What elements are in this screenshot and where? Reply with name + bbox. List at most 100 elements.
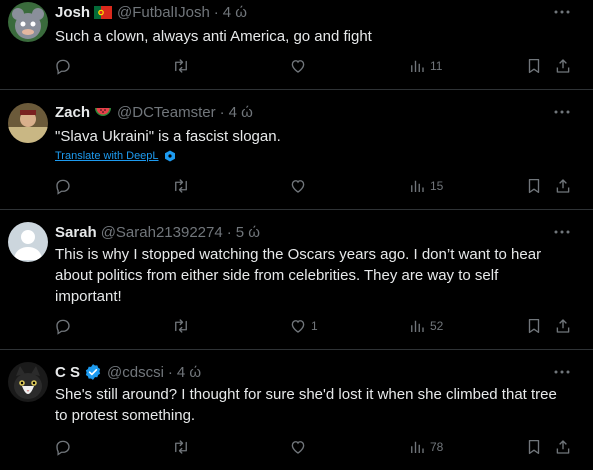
avatar[interactable] <box>8 103 48 143</box>
views-chart-icon <box>411 60 424 72</box>
translate-label[interactable]: Translate with DeepL <box>55 150 159 162</box>
more-options-icon[interactable] <box>553 363 571 381</box>
separator-dot: · <box>226 223 232 241</box>
share-button[interactable] <box>554 317 572 335</box>
tweet-text-line: She's still around? I thought for sure s… <box>55 386 557 403</box>
reply-button[interactable] <box>54 438 76 456</box>
tweet-text-line: This is why I stopped watching the Oscar… <box>55 246 542 263</box>
display-name[interactable]: Zach <box>55 104 90 121</box>
avatar[interactable] <box>8 222 48 262</box>
like-button[interactable]: 1 <box>289 317 318 335</box>
view-count: 78 <box>430 440 444 454</box>
reply-icon <box>56 440 70 456</box>
display-name[interactable]: Sarah <box>55 224 97 241</box>
tweet-text: "Slava Ukraini" is a fascist slogan. <box>55 128 281 145</box>
tweet-text: This is why I stopped watching the Oscar… <box>55 244 577 307</box>
display-name[interactable]: C S <box>55 364 80 381</box>
share-button[interactable] <box>554 438 572 456</box>
views-chart-icon <box>411 320 424 332</box>
tweet-text: Such a clown, always anti America, go an… <box>55 28 372 45</box>
bookmark-icon <box>528 178 540 194</box>
tweet-sarah[interactable]: Sarah @Sarah21392274 · 5 ώ This is why I… <box>0 210 593 350</box>
view-count: 52 <box>430 319 444 333</box>
reply-feed: Josh @FutbalIJosh · 4 ώ Such a clown, al… <box>0 0 593 461</box>
repost-button[interactable] <box>171 438 191 456</box>
repost-icon <box>175 179 187 193</box>
reply-icon <box>56 319 70 335</box>
action-bar: 11 <box>0 57 593 79</box>
bookmark-button[interactable] <box>525 438 543 456</box>
views-chart-icon <box>411 180 424 192</box>
share-button[interactable] <box>554 177 572 195</box>
reply-button[interactable] <box>54 57 76 75</box>
reply-button[interactable] <box>54 317 76 335</box>
handle[interactable]: @FutbalIJosh <box>117 4 210 21</box>
heart-icon <box>291 180 305 193</box>
timestamp[interactable]: 4 ώ <box>177 364 201 381</box>
views-chart-icon <box>411 441 424 453</box>
avatar[interactable] <box>8 362 48 402</box>
share-button[interactable] <box>554 57 572 75</box>
more-options-icon[interactable] <box>553 223 571 241</box>
action-bar: 15 <box>0 177 593 199</box>
heart-icon <box>291 320 305 333</box>
bookmark-icon <box>528 318 540 334</box>
tweet-header: Zach @DCTeamster · 4 ώ <box>55 102 253 122</box>
repost-icon <box>175 440 187 454</box>
timestamp[interactable]: 4 ώ <box>223 4 247 21</box>
bookmark-icon <box>528 439 540 455</box>
share-icon <box>556 179 570 193</box>
action-bar: 1 52 <box>0 317 593 339</box>
display-name[interactable]: Josh <box>55 4 90 21</box>
tweet-josh[interactable]: Josh @FutbalIJosh · 4 ώ Such a clown, al… <box>0 0 593 90</box>
views-button[interactable]: 11 <box>408 57 442 75</box>
tweet-header: Josh @FutbalIJosh · 4 ώ <box>55 2 247 22</box>
more-options-icon[interactable] <box>553 103 571 121</box>
watermelon-icon <box>94 106 112 118</box>
portugal-flag-icon <box>94 5 113 19</box>
repost-button[interactable] <box>171 177 191 195</box>
reply-icon <box>56 59 70 75</box>
separator-dot: · <box>167 363 173 381</box>
timestamp[interactable]: 4 ώ <box>229 104 253 121</box>
heart-icon <box>291 441 305 454</box>
tweet-header: Sarah @Sarah21392274 · 5 ώ <box>55 222 260 242</box>
view-count: 15 <box>430 179 444 193</box>
reply-button[interactable] <box>54 177 76 195</box>
view-count: 11 <box>430 59 443 73</box>
like-button[interactable] <box>289 177 311 195</box>
handle[interactable]: @cdscsi <box>107 364 164 381</box>
deepl-icon <box>164 150 175 162</box>
separator-dot: · <box>213 3 219 21</box>
repost-button[interactable] <box>171 317 191 335</box>
bookmark-button[interactable] <box>525 57 543 75</box>
reply-icon <box>56 179 70 195</box>
handle[interactable]: @Sarah21392274 <box>101 224 223 241</box>
handle[interactable]: @DCTeamster <box>117 104 216 121</box>
tweet-cs[interactable]: C S @cdscsi · 4 ώ She's still around? I … <box>0 350 593 470</box>
action-bar: 78 <box>0 438 593 460</box>
bookmark-button[interactable] <box>525 177 543 195</box>
like-button[interactable] <box>289 438 311 456</box>
timestamp[interactable]: 5 ώ <box>236 224 260 241</box>
share-icon <box>556 319 570 333</box>
more-options-icon[interactable] <box>553 3 571 21</box>
tweet-text-line: to protest something. <box>55 407 196 424</box>
views-button[interactable]: 52 <box>408 317 443 335</box>
views-button[interactable]: 15 <box>408 177 443 195</box>
tweet-header: C S @cdscsi · 4 ώ <box>55 362 201 382</box>
like-button[interactable] <box>289 57 311 75</box>
tweet-text-line: about politics from either side from cel… <box>55 267 499 284</box>
tweet-text: She's still around? I thought for sure s… <box>55 384 577 426</box>
translate-link[interactable]: Translate with DeepL <box>55 150 176 162</box>
share-icon <box>556 59 570 73</box>
views-button[interactable]: 78 <box>408 438 443 456</box>
repost-icon <box>175 319 187 333</box>
tweet-zach[interactable]: Zach @DCTeamster · 4 ώ "Slava Ukraini" i… <box>0 90 593 210</box>
repost-button[interactable] <box>171 57 191 75</box>
tweet-text-line: important! <box>55 288 122 305</box>
bookmark-button[interactable] <box>525 317 543 335</box>
avatar[interactable] <box>8 2 48 42</box>
share-icon <box>556 440 570 454</box>
like-count: 1 <box>311 319 318 333</box>
